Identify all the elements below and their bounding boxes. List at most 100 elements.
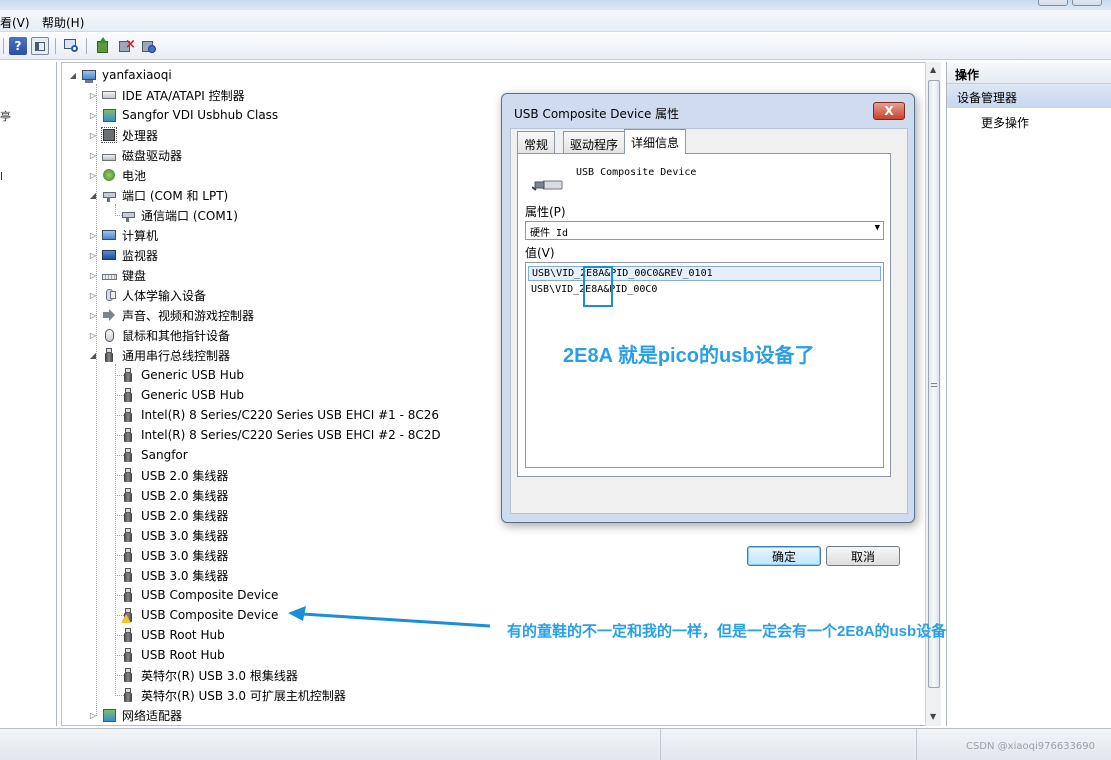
close-window-button[interactable] bbox=[1072, 0, 1102, 6]
tab-general[interactable]: 常规 bbox=[517, 131, 556, 153]
tree-label: Intel(R) 8 Series/C220 Series USB EHCI #… bbox=[141, 428, 441, 442]
dropdown-arrow-icon[interactable]: ▼ bbox=[875, 223, 880, 233]
value-list[interactable]: USB\VID_2E8A&PID_00C0&REV_0101 USB\VID_2… bbox=[525, 262, 884, 468]
update-driver-icon[interactable] bbox=[94, 37, 112, 55]
tree-label: 监视器 bbox=[122, 248, 159, 263]
tree-label: Sangfor bbox=[141, 448, 188, 462]
help-icon[interactable]: ? bbox=[9, 37, 27, 55]
tree-node-mouse[interactable]: ▷ 鼠标和其他指针设备 bbox=[88, 325, 230, 345]
tree-label: 键盘 bbox=[122, 268, 147, 283]
tree-node-usb-device[interactable]: USB Root Hub bbox=[120, 645, 225, 665]
tab-driver[interactable]: 驱动程序 bbox=[563, 131, 626, 153]
tree-node-ports[interactable]: ◢ 端口 (COM 和 LPT) bbox=[88, 185, 228, 205]
expand-icon[interactable]: ▷ bbox=[88, 290, 98, 300]
tree-node-sangfor-hub[interactable]: ▷ Sangfor VDI Usbhub Class bbox=[88, 105, 278, 125]
collapse-icon[interactable]: ◢ bbox=[88, 190, 98, 200]
expand-icon[interactable]: ▷ bbox=[88, 230, 98, 240]
cancel-button[interactable]: 取消 bbox=[826, 546, 900, 566]
tree-node-keyboard[interactable]: ▷ 键盘 bbox=[88, 265, 146, 285]
monitor-icon bbox=[101, 247, 117, 263]
disable-device-icon[interactable] bbox=[140, 37, 158, 55]
expand-icon[interactable]: ▷ bbox=[88, 170, 98, 180]
actions-header: 操作 bbox=[947, 62, 1111, 84]
tree-node-usb-device[interactable]: 英特尔(R) USB 3.0 根集线器 bbox=[120, 665, 298, 685]
tree-node-usb-device[interactable]: Generic USB Hub bbox=[120, 365, 244, 385]
tree-node-usb-device[interactable]: USB Composite Device bbox=[120, 585, 278, 605]
tree-node-sound[interactable]: ▷ 声音、视频和游戏控制器 bbox=[88, 305, 254, 325]
tree-node-usb-device[interactable]: Intel(R) 8 Series/C220 Series USB EHCI #… bbox=[120, 405, 439, 425]
tree-node-usb-device[interactable]: USB 2.0 集线器 bbox=[120, 485, 228, 505]
menu-view[interactable]: 看(V) bbox=[0, 14, 30, 31]
tree-node-usb-device[interactable]: USB 2.0 集线器 bbox=[120, 505, 228, 525]
tree-label: USB 3.0 集线器 bbox=[141, 568, 229, 583]
tree-node-computer[interactable]: ▷ 计算机 bbox=[88, 225, 158, 245]
tree-node-network[interactable]: ▷ 网络适配器 bbox=[88, 705, 182, 725]
collapse-icon[interactable]: ◢ bbox=[88, 350, 98, 360]
tree-label: USB 2.0 集线器 bbox=[141, 468, 229, 483]
menu-help[interactable]: 帮助(H) bbox=[42, 14, 84, 31]
tree-node-usb-device[interactable]: 英特尔(R) USB 3.0 可扩展主机控制器 bbox=[120, 685, 346, 705]
actions-section-device-manager[interactable]: 设备管理器 bbox=[947, 84, 1111, 108]
dialog-body: 常规 驱动程序 详细信息 USB Composite Device 属性(P) … bbox=[510, 128, 908, 514]
tree-node-ide[interactable]: ▷ IDE ATA/ATAPI 控制器 bbox=[88, 85, 245, 105]
expand-icon[interactable]: ▷ bbox=[88, 270, 98, 280]
usb-plug-icon bbox=[531, 178, 564, 191]
expand-icon[interactable]: ▷ bbox=[88, 330, 98, 340]
tree-node-usb-device[interactable]: USB 3.0 集线器 bbox=[120, 525, 228, 545]
more-actions-link[interactable]: 更多操作 bbox=[947, 108, 1111, 131]
tab-details[interactable]: 详细信息 bbox=[624, 129, 687, 154]
show-hide-pane-icon[interactable] bbox=[31, 37, 49, 55]
tree-node-monitor[interactable]: ▷ 监视器 bbox=[88, 245, 158, 265]
expand-icon[interactable]: ▷ bbox=[88, 90, 98, 100]
scroll-up-icon[interactable]: ▲ bbox=[930, 65, 936, 74]
expand-icon[interactable]: ▷ bbox=[88, 130, 98, 140]
tree-label: yanfaxiaoqi bbox=[102, 68, 172, 82]
expand-icon[interactable]: ▷ bbox=[88, 250, 98, 260]
tree-node-usb-device[interactable]: Sangfor bbox=[120, 445, 188, 465]
tree-label: Generic USB Hub bbox=[141, 368, 245, 382]
restore-button[interactable] bbox=[1038, 0, 1068, 6]
tree-node-usb-controllers[interactable]: ◢ 通用串行总线控制器 bbox=[88, 345, 230, 365]
tree-node-disk[interactable]: ▷ 磁盘驱动器 bbox=[88, 145, 182, 165]
tree-node-com1[interactable]: 通信端口 (COM1) bbox=[120, 205, 238, 225]
battery-icon bbox=[101, 167, 117, 183]
uninstall-icon[interactable]: × bbox=[117, 37, 136, 55]
tree-label: 通用串行总线控制器 bbox=[122, 348, 231, 363]
tree-label: 英特尔(R) USB 3.0 根集线器 bbox=[141, 668, 298, 683]
tree-node-usb-device[interactable]: USB 2.0 集线器 bbox=[120, 465, 228, 485]
expand-icon[interactable]: ▷ bbox=[88, 710, 98, 720]
scroll-thumb[interactable] bbox=[928, 80, 940, 688]
toolbar-separator bbox=[86, 38, 87, 54]
tree-node-hid[interactable]: ▷ 人体学输入设备 bbox=[88, 285, 206, 305]
tree-node-usb-device[interactable]: Generic USB Hub bbox=[120, 385, 244, 405]
toolbar: ? × bbox=[0, 33, 1111, 60]
tree-label: 通信端口 (COM1) bbox=[141, 208, 238, 223]
expand-icon[interactable]: ▷ bbox=[88, 150, 98, 160]
tree-label: 声音、视频和游戏控制器 bbox=[122, 308, 255, 323]
network-adapter-icon bbox=[101, 707, 117, 723]
tree-node-battery[interactable]: ▷ 电池 bbox=[88, 165, 146, 185]
property-select[interactable]: 硬件 Id ▼ bbox=[525, 221, 884, 240]
tree-label: Sangfor VDI Usbhub Class bbox=[122, 108, 279, 122]
expand-icon[interactable]: ▷ bbox=[88, 110, 98, 120]
tree-node-usb-device[interactable]: USB Composite Device bbox=[120, 605, 278, 625]
dialog-annotation: 2E8A 就是pico的usb设备了 bbox=[563, 345, 815, 367]
tree-node-usb-device[interactable]: Intel(R) 8 Series/C220 Series USB EHCI #… bbox=[120, 425, 441, 445]
warning-icon bbox=[121, 614, 131, 623]
usb-plug-icon bbox=[120, 667, 136, 683]
expand-icon[interactable]: ▷ bbox=[88, 310, 98, 320]
value-item[interactable]: USB\VID_2E8A&PID_00C0&REV_0101 bbox=[528, 266, 881, 281]
scan-hardware-icon[interactable] bbox=[62, 37, 80, 55]
ok-button[interactable]: 确定 bbox=[747, 546, 821, 566]
tree-node-usb-device[interactable]: USB 3.0 集线器 bbox=[120, 545, 228, 565]
tree-node-usb-device[interactable]: USB 3.0 集线器 bbox=[120, 565, 228, 585]
tree-node-cpu[interactable]: ▷ 处理器 bbox=[88, 125, 158, 145]
tree-node-usb-device[interactable]: USB Root Hub bbox=[120, 625, 225, 645]
property-selected-value: 硬件 Id bbox=[530, 228, 569, 239]
computer-icon bbox=[101, 227, 117, 243]
scroll-down-icon[interactable]: ▼ bbox=[930, 712, 936, 721]
tree-node-root[interactable]: ◢ yanfaxiaoqi bbox=[68, 65, 172, 85]
collapse-icon[interactable]: ◢ bbox=[68, 70, 78, 80]
property-label: 属性(P) bbox=[525, 205, 566, 219]
dialog-close-button[interactable]: X bbox=[873, 102, 905, 120]
